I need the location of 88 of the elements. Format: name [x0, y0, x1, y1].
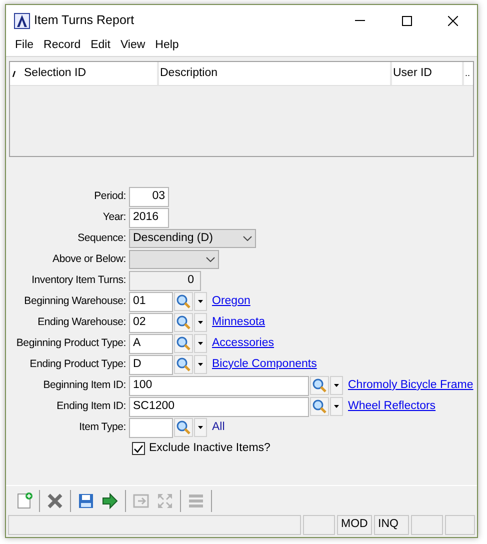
list-icon — [187, 492, 205, 510]
input-field[interactable]: SC1200 — [129, 396, 309, 416]
dropdown-button[interactable] — [330, 376, 343, 395]
status-panel: MOD — [337, 515, 372, 535]
dropdown-button[interactable] — [194, 334, 207, 353]
dropdown-button[interactable] — [330, 397, 343, 416]
dropdown-button[interactable] — [194, 418, 207, 437]
field-label: Sequence: — [76, 230, 127, 246]
input-field[interactable] — [129, 418, 173, 438]
field-label: Beginning Warehouse: — [23, 294, 127, 309]
magnifier-icon — [176, 357, 191, 372]
magnifier-icon — [176, 315, 191, 330]
status-panel — [445, 515, 475, 535]
select-field[interactable] — [129, 250, 219, 269]
magnifier-icon — [176, 294, 191, 309]
column-header[interactable]: Selection ID — [24, 64, 86, 82]
description-link[interactable]: Wheel Reflectors — [348, 398, 436, 416]
menu-item[interactable]: View — [115, 37, 150, 55]
description-link[interactable]: Minnesota — [212, 314, 266, 332]
caret-icon — [198, 342, 203, 345]
window-title: Item Turns Report — [34, 12, 136, 30]
input-field[interactable]: 02 — [129, 312, 173, 332]
new-document-icon — [15, 492, 33, 510]
checkbox-label: Exclude Inactive Items? — [149, 440, 270, 456]
field-label: Period: — [93, 188, 127, 204]
caret-icon — [198, 363, 203, 366]
edit-marker-icon — [12, 70, 16, 76]
field-label: Ending Warehouse: — [36, 314, 127, 330]
status-panel — [303, 515, 335, 535]
field-label: Ending Product Type: — [28, 356, 127, 372]
caret-icon — [198, 300, 203, 303]
select-field[interactable]: Descending (D) — [129, 229, 256, 248]
search-button[interactable] — [174, 313, 193, 332]
magnifier-icon — [312, 399, 327, 414]
field-label: Beginning Item ID: — [42, 378, 127, 393]
maximize-icon[interactable] — [402, 16, 412, 26]
input-field[interactable]: 01 — [129, 292, 173, 312]
dropdown-button[interactable] — [194, 292, 207, 311]
field-label: Inventory Item Turns: — [30, 272, 127, 288]
column-header[interactable]: Description — [160, 64, 218, 82]
close-icon[interactable] — [448, 16, 458, 26]
menu-item[interactable]: Record — [38, 37, 86, 55]
caret-icon — [334, 405, 339, 408]
field-label: Above or Below: — [52, 252, 127, 267]
description-text: All — [212, 420, 225, 435]
x-icon — [46, 492, 64, 510]
field-label: Item Type: — [78, 420, 127, 435]
caret-icon — [334, 384, 339, 387]
search-button[interactable] — [174, 292, 193, 311]
description-link[interactable]: Accessories — [212, 334, 274, 352]
input-field[interactable]: 2016 — [129, 208, 169, 228]
status-panel: INQ — [374, 515, 409, 535]
dropdown-button[interactable] — [194, 313, 207, 332]
search-button[interactable] — [174, 355, 193, 374]
input-field[interactable]: 03 — [129, 186, 169, 206]
magnifier-icon — [312, 378, 327, 393]
dropdown-button[interactable] — [194, 355, 207, 374]
search-button[interactable] — [174, 418, 193, 437]
field-label: Year: — [102, 210, 127, 225]
column-header[interactable]: .. — [465, 66, 470, 80]
field-label: Ending Item ID: — [56, 398, 127, 414]
caret-icon — [198, 321, 203, 324]
magnifier-icon — [176, 420, 191, 435]
column-header[interactable]: User ID — [393, 64, 432, 82]
field-label: Beginning Product Type: — [15, 336, 127, 351]
description-link[interactable]: Bicycle Components — [212, 356, 317, 374]
app-logo-icon — [14, 12, 30, 28]
caret-icon — [198, 426, 203, 429]
search-button[interactable] — [174, 334, 193, 353]
description-link[interactable]: Oregon — [212, 292, 250, 310]
checkbox[interactable] — [132, 442, 145, 455]
input-field[interactable]: 100 — [129, 376, 309, 396]
description-link[interactable]: Chromoly Bicycle Frame — [348, 376, 474, 394]
search-button[interactable] — [310, 397, 329, 416]
readonly-field: 0 — [129, 270, 201, 290]
right-arrow-icon — [101, 492, 119, 510]
magnifier-icon — [176, 336, 191, 351]
menu-item[interactable]: File — [10, 37, 39, 55]
expand-icon — [156, 492, 174, 510]
search-button[interactable] — [310, 376, 329, 395]
menu-item[interactable]: Help — [150, 37, 184, 55]
menu-item[interactable]: Edit — [86, 37, 116, 55]
input-field[interactable]: A — [129, 334, 173, 354]
input-field[interactable]: D — [129, 354, 173, 374]
chevron-down-icon — [206, 257, 215, 262]
status-panel — [411, 515, 443, 535]
checkmark-icon — [134, 444, 143, 452]
chevron-down-icon — [243, 236, 252, 241]
